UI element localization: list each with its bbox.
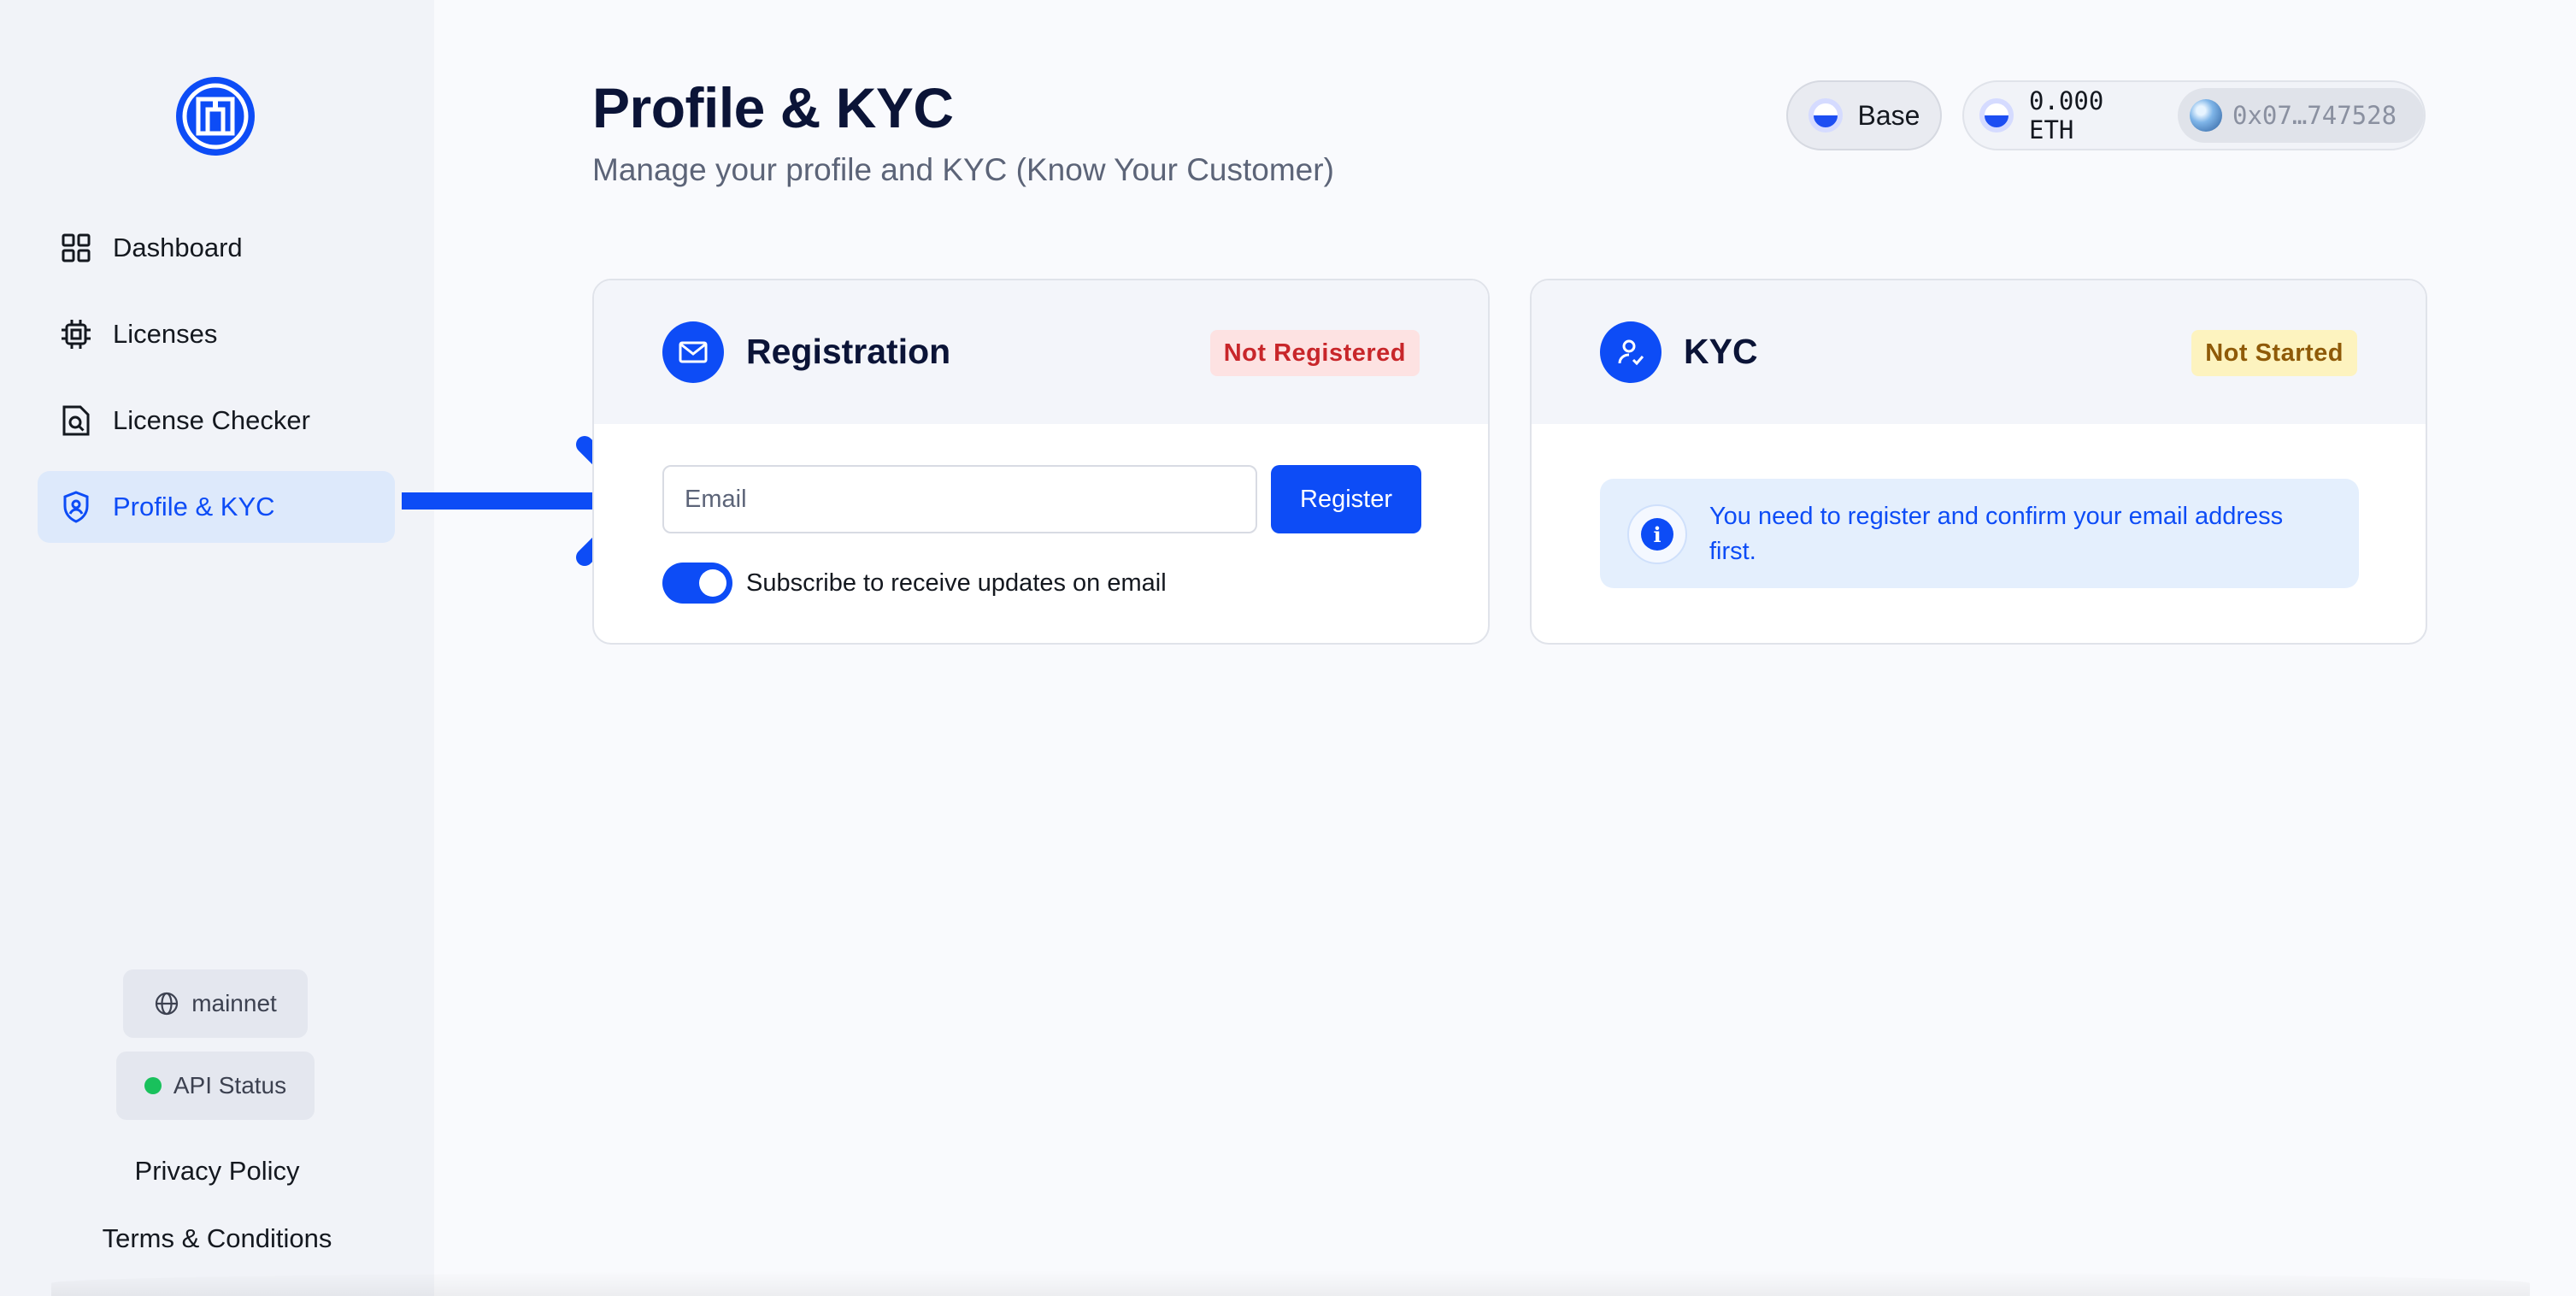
- subscribe-toggle[interactable]: [662, 563, 732, 604]
- globe-icon: [154, 991, 179, 1016]
- api-status-button[interactable]: API Status: [116, 1052, 315, 1120]
- kyc-status-badge: Not Started: [2191, 330, 2357, 376]
- terms-conditions-link[interactable]: Terms & Conditions: [0, 1223, 434, 1254]
- user-check-icon: [1600, 321, 1661, 383]
- sidebar-item-profile-kyc[interactable]: Profile & KYC: [38, 471, 395, 543]
- chain-selector[interactable]: Base: [1786, 80, 1942, 150]
- kyc-card-header: KYC Not Started: [1532, 280, 2426, 424]
- eth-icon: [1979, 98, 2014, 133]
- privacy-policy-link[interactable]: Privacy Policy: [0, 1156, 434, 1187]
- network-selector[interactable]: mainnet: [123, 969, 308, 1038]
- sidebar: Dashboard Licenses License Checker Profi…: [0, 0, 434, 1296]
- mail-icon: [662, 321, 724, 383]
- chain-label: Base: [1857, 99, 1920, 131]
- sidebar-item-label: Licenses: [113, 319, 218, 349]
- sidebar-item-licenses[interactable]: Licenses: [38, 298, 395, 370]
- avatar: [2190, 99, 2222, 132]
- shield-user-icon: [60, 491, 92, 523]
- api-status-label: API Status: [173, 1072, 287, 1099]
- kyc-info-message: You need to register and confirm your em…: [1709, 503, 2284, 565]
- app-root: Dashboard Licenses License Checker Profi…: [0, 0, 2576, 1296]
- base-chain-icon: [1808, 98, 1843, 133]
- wallet-widget[interactable]: 0.000 ETH 0x07…747528: [1962, 80, 2426, 150]
- wallet-address: 0x07…747528: [2232, 101, 2397, 130]
- sidebar-item-label: Profile & KYC: [113, 492, 275, 521]
- page-title: Profile & KYC: [592, 76, 954, 139]
- page-subtitle: Manage your profile and KYC (Know Your C…: [592, 152, 1334, 187]
- email-input[interactable]: [662, 465, 1257, 533]
- registration-card-header: Registration Not Registered: [594, 280, 1488, 424]
- sidebar-item-label: License Checker: [113, 405, 310, 435]
- registration-status-badge: Not Registered: [1209, 330, 1420, 376]
- info-icon: i: [1627, 504, 1687, 564]
- sidebar-nav: Dashboard Licenses License Checker Profi…: [38, 212, 395, 557]
- chip-icon: [60, 318, 92, 351]
- registration-card: Registration Not Registered Register Sub…: [592, 279, 1490, 645]
- network-label: mainnet: [191, 990, 277, 1016]
- grid-icon: [60, 232, 92, 264]
- register-button[interactable]: Register: [1271, 465, 1421, 533]
- sidebar-item-license-checker[interactable]: License Checker: [38, 385, 395, 457]
- kyc-card: KYC Not Started i You need to register a…: [1530, 279, 2427, 645]
- registration-title: Registration: [746, 332, 951, 371]
- file-search-icon: [60, 404, 92, 437]
- sidebar-item-label: Dashboard: [113, 233, 243, 262]
- sidebar-item-dashboard[interactable]: Dashboard: [38, 212, 395, 284]
- bottom-edge-shadow: [51, 1270, 2530, 1296]
- status-dot-icon: [144, 1077, 162, 1094]
- account-button[interactable]: 0x07…747528: [2178, 88, 2424, 143]
- subscribe-label: Subscribe to receive updates on email: [746, 569, 1167, 597]
- kyc-info-alert: i You need to register and confirm your …: [1600, 479, 2359, 588]
- wallet-balance: 0.000 ETH: [2029, 86, 2104, 144]
- app-logo[interactable]: [176, 77, 255, 156]
- kyc-title: KYC: [1684, 332, 1758, 371]
